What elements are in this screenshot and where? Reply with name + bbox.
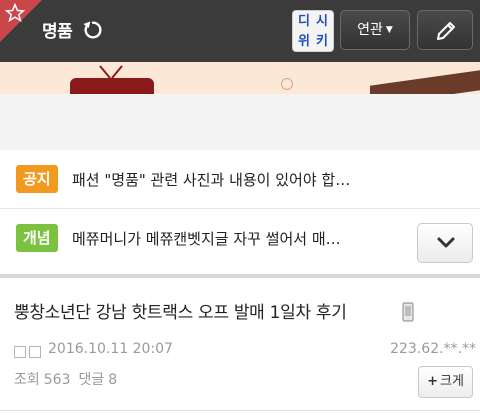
dcwiki-button[interactable]: 디 시 위 키 [292, 10, 334, 52]
write-button[interactable] [417, 10, 473, 50]
expand-notices-button[interactable] [417, 223, 473, 263]
mobile-icon [402, 302, 414, 322]
comments-count: 8 [108, 372, 118, 388]
banner-decoration [281, 78, 293, 90]
related-button[interactable]: 연관 ▼ [340, 10, 410, 50]
notice-badge: 공지 [16, 165, 58, 193]
enlarge-text-button[interactable]: + 크게 [418, 366, 473, 398]
author-nickname[interactable] [14, 343, 44, 362]
notice-text[interactable]: 패션 "명품" 관련 사진과 내용이 있어야 합… [72, 169, 350, 190]
views-label: 조회 [14, 372, 40, 388]
dcwiki-char: 디 [298, 14, 310, 29]
pencil-icon [437, 22, 455, 40]
dcwiki-char: 시 [316, 14, 328, 29]
nickname-char-box [29, 346, 41, 358]
post-title: 뿡창소년단 강남 핫트랙스 오프 발매 1일차 후기 [14, 303, 347, 323]
notice-row[interactable]: 공지 패션 "명품" 관련 사진과 내용이 있어야 합… [0, 151, 480, 209]
divider [0, 410, 480, 411]
banner-tv-graphic [70, 78, 154, 94]
banner-graphic [370, 70, 480, 94]
comments-label: 댓글 [78, 372, 105, 388]
dcwiki-char: 키 [316, 34, 328, 49]
concept-badge: 개념 [16, 224, 58, 252]
post-ip: 223.62.**.** [390, 341, 476, 357]
post-date: 2016.10.11 20:07 [48, 341, 173, 357]
concept-row[interactable]: 개념 메쮸머니가 메쮸캔벳지글 자꾸 썰어서 매… [0, 210, 480, 272]
chevron-down-icon [437, 237, 455, 248]
star-icon[interactable] [5, 3, 25, 23]
related-label: 연관 [357, 22, 383, 38]
gallery-title[interactable]: 명품 [42, 17, 73, 42]
refresh-icon[interactable] [82, 19, 104, 41]
spacer [0, 94, 480, 150]
banner-ad[interactable] [0, 62, 480, 94]
concept-text[interactable]: 메쮸머니가 메쮸캔벳지글 자꾸 썰어서 매… [72, 228, 341, 249]
enlarge-label: 크게 [439, 374, 464, 389]
divider [0, 274, 480, 278]
caret-down-icon: ▼ [385, 25, 393, 35]
banner-antenna-graphic [99, 65, 123, 79]
dcwiki-char: 위 [298, 34, 310, 49]
post-stats: 조회 563 댓글 8 [14, 369, 125, 389]
plus-icon: + [427, 374, 438, 389]
views-count: 563 [43, 372, 71, 388]
nickname-char-box [14, 346, 26, 358]
top-bar: 명품 디 시 위 키 연관 ▼ [0, 0, 480, 62]
